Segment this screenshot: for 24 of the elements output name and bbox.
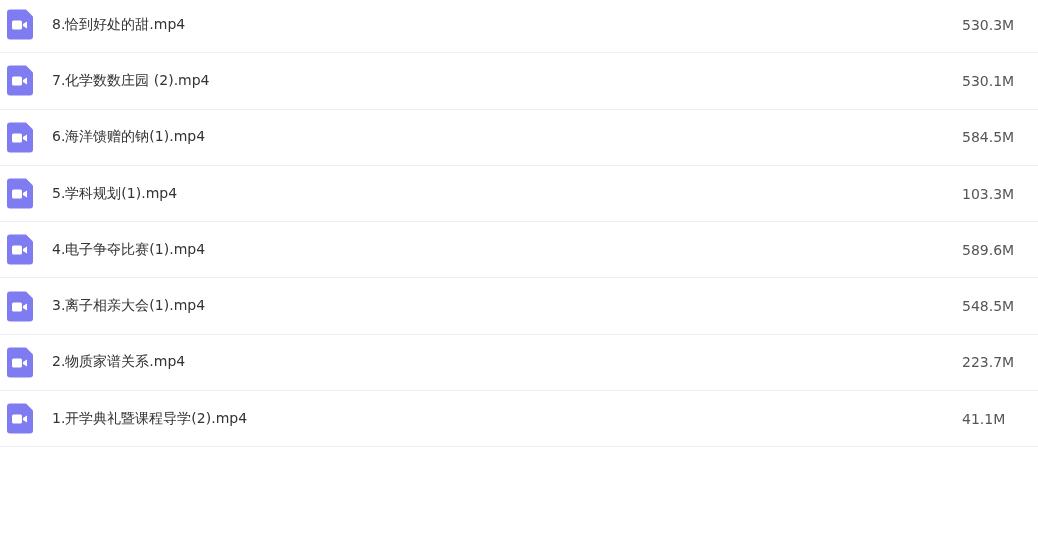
file-size: 530.1M (962, 72, 1016, 89)
video-file-icon (7, 234, 33, 266)
file-name[interactable]: 4.电子争夺比赛(1).mp4 (52, 240, 962, 259)
file-size: 589.6M (962, 241, 1016, 258)
video-file-icon (7, 65, 33, 97)
video-file-icon (7, 290, 33, 322)
file-size: 548.5M (962, 298, 1016, 315)
file-name[interactable]: 8.恰到好处的甜.mp4 (52, 15, 962, 34)
file-name[interactable]: 5.学科规划(1).mp4 (52, 184, 962, 203)
file-size: 530.3M (962, 16, 1016, 33)
video-file-icon (7, 403, 33, 435)
file-name[interactable]: 2.物质家谱关系.mp4 (52, 353, 962, 372)
file-size: 223.7M (962, 354, 1016, 371)
file-name[interactable]: 6.海洋馈赠的钠(1).mp4 (52, 128, 962, 147)
file-size: 41.1M (962, 410, 1007, 427)
video-file-icon (7, 9, 33, 41)
video-file-icon (7, 121, 33, 153)
video-file-icon (7, 346, 33, 378)
file-size: 584.5M (962, 129, 1016, 146)
file-size: 103.3M (962, 185, 1016, 202)
video-file-icon (7, 178, 33, 210)
file-name[interactable]: 3.离子相亲大会(1).mp4 (52, 297, 962, 316)
file-name[interactable]: 1.开学典礼暨课程导学(2).mp4 (52, 409, 962, 428)
file-name[interactable]: 7.化学数数庄园 (2).mp4 (52, 71, 962, 90)
